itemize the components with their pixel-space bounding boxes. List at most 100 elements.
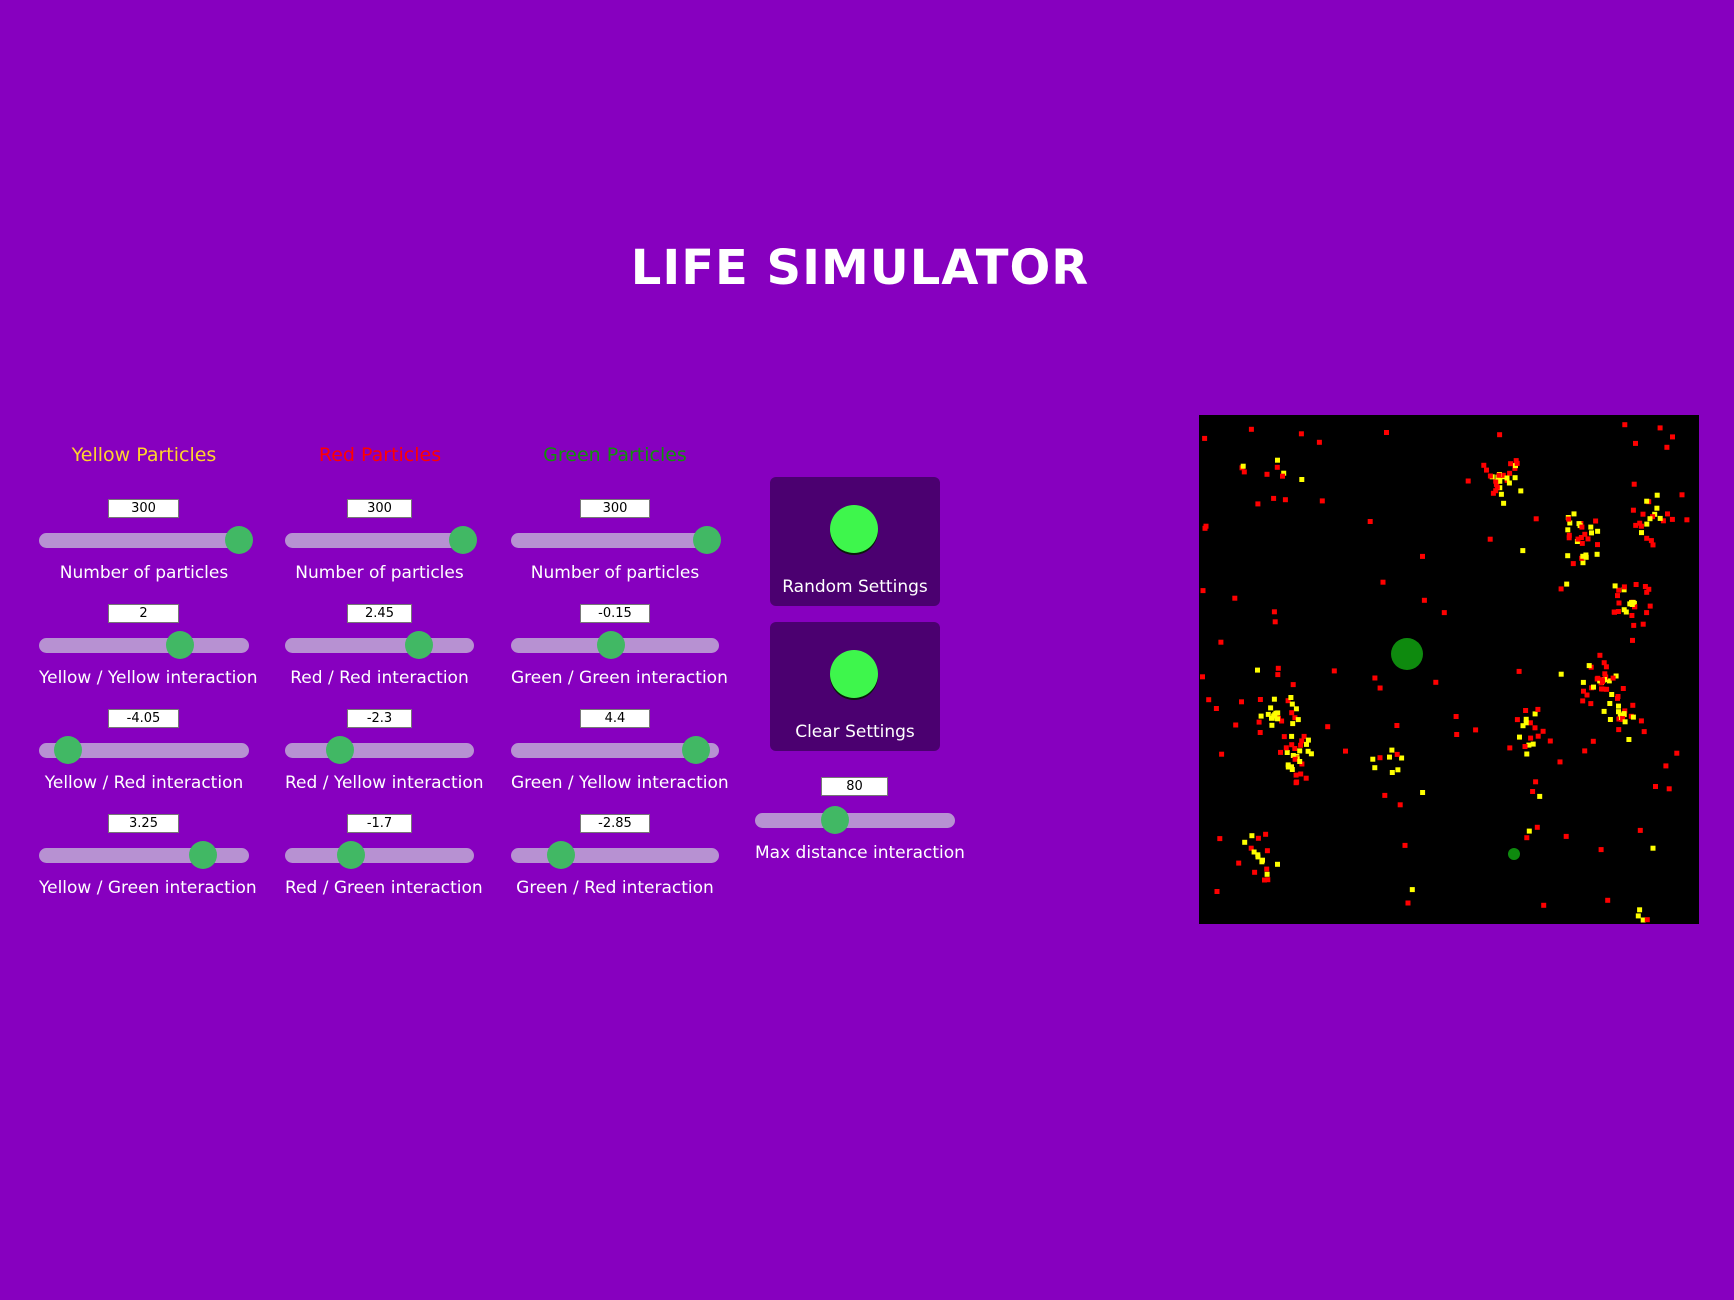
particle	[1593, 518, 1599, 524]
particle	[1620, 686, 1626, 691]
particle	[1319, 498, 1325, 504]
particle	[1255, 501, 1261, 507]
slider-thumb[interactable]	[692, 526, 721, 554]
yellow-green-slider[interactable]	[39, 841, 249, 869]
red-red-input[interactable]	[347, 604, 412, 623]
particle	[1638, 718, 1644, 724]
slider-thumb[interactable]	[821, 806, 849, 834]
red-count-slider[interactable]	[285, 526, 477, 554]
particle	[1630, 702, 1636, 708]
slider-thumb[interactable]	[546, 841, 575, 869]
particle	[1473, 727, 1479, 733]
red-yellow-slider[interactable]	[285, 736, 474, 764]
particle	[1582, 531, 1588, 537]
slider-thumb[interactable]	[448, 526, 477, 554]
particle	[1522, 744, 1528, 749]
particle	[1670, 434, 1675, 440]
particle	[1304, 741, 1309, 747]
red-yellow-input[interactable]	[347, 709, 412, 728]
red-red-slider[interactable]	[285, 631, 474, 659]
green-count-label: Number of particles	[530, 563, 700, 583]
yellow-yellow-slider[interactable]	[39, 631, 249, 659]
particle	[1598, 847, 1604, 853]
red-green-slider[interactable]	[285, 841, 474, 869]
particle	[1599, 677, 1605, 683]
particle	[1654, 505, 1660, 511]
yellow-yellow-label: Yellow / Yellow interaction	[39, 668, 258, 688]
particle	[1518, 488, 1524, 494]
green-yellow-input[interactable]	[580, 709, 650, 728]
particle	[1200, 588, 1206, 594]
particle	[1399, 755, 1405, 761]
particle	[1299, 477, 1305, 482]
yellow-count-input[interactable]	[108, 499, 179, 518]
particle	[1558, 671, 1564, 677]
green-green-slider[interactable]	[511, 631, 719, 659]
green-count-input[interactable]	[580, 499, 650, 518]
particle	[1616, 600, 1622, 606]
slider-thumb[interactable]	[165, 631, 194, 659]
particle	[1605, 897, 1611, 903]
particle	[1533, 779, 1539, 785]
particle	[1530, 789, 1536, 794]
particle	[1387, 754, 1392, 760]
particle	[1622, 422, 1628, 428]
max-distance-slider[interactable]	[755, 806, 955, 834]
slider-thumb[interactable]	[405, 631, 434, 659]
particle	[1384, 430, 1389, 435]
particle	[1580, 679, 1586, 685]
clear-settings-button[interactable]: Clear Settings	[770, 622, 940, 751]
particle	[1305, 737, 1311, 743]
yellow-red-slider[interactable]	[39, 736, 249, 764]
particle	[1602, 671, 1608, 677]
green-yellow-slider[interactable]	[511, 736, 719, 764]
slider-thumb[interactable]	[325, 736, 354, 764]
green-count-slider[interactable]	[511, 526, 721, 554]
particle	[1642, 584, 1648, 589]
max-distance-input[interactable]	[821, 777, 888, 796]
red-green-input[interactable]	[347, 814, 412, 833]
particle	[1530, 741, 1536, 747]
particle	[1501, 500, 1507, 506]
green-red-input[interactable]	[580, 814, 650, 833]
particle	[1290, 682, 1296, 688]
green-green-input[interactable]	[580, 604, 650, 623]
particle	[1612, 583, 1618, 589]
particle	[1236, 860, 1242, 866]
green-green-label: Green / Green interaction	[511, 668, 728, 688]
particle	[1523, 708, 1529, 713]
particle	[1582, 748, 1588, 754]
particle	[1275, 672, 1281, 678]
particle	[1524, 751, 1530, 757]
yellow-green-input[interactable]	[108, 814, 179, 833]
slider-thumb[interactable]	[596, 631, 625, 659]
particle	[1271, 495, 1277, 501]
slider-thumb[interactable]	[54, 736, 83, 764]
particle	[1255, 667, 1260, 673]
simulation-canvas[interactable]	[1199, 415, 1699, 924]
particle	[1272, 619, 1278, 625]
particle	[1601, 708, 1607, 714]
particle	[1289, 710, 1295, 716]
particle	[1616, 703, 1621, 709]
particle	[1498, 491, 1504, 497]
particle	[1331, 668, 1337, 674]
green-red-label: Green / Red interaction	[516, 878, 714, 898]
particle	[1633, 582, 1639, 587]
slider-thumb[interactable]	[337, 841, 366, 869]
particle	[1514, 717, 1520, 723]
slider-thumb[interactable]	[188, 841, 217, 869]
slider-thumb[interactable]	[682, 736, 711, 764]
yellow-red-input[interactable]	[108, 709, 179, 728]
green-red-slider[interactable]	[511, 841, 719, 869]
particle	[1565, 527, 1571, 533]
yellow-yellow-input[interactable]	[108, 604, 179, 623]
particle	[1566, 532, 1572, 538]
slider-thumb[interactable]	[224, 526, 253, 554]
particle	[1372, 765, 1378, 771]
red-count-input[interactable]	[347, 499, 412, 518]
yellow-count-slider[interactable]	[39, 526, 253, 554]
particle	[1367, 519, 1373, 524]
particle	[1256, 719, 1262, 725]
random-settings-button[interactable]: Random Settings	[770, 477, 940, 606]
